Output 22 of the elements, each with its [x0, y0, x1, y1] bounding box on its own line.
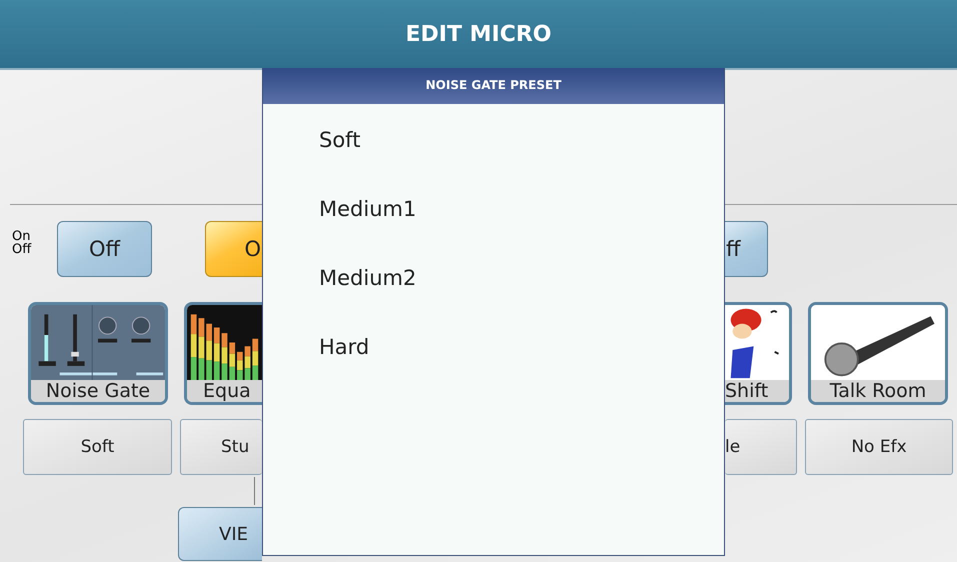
on-label: On	[12, 230, 30, 243]
preset-button[interactable]: No Efx	[805, 419, 953, 475]
off-label: Off	[12, 243, 32, 256]
mixer-panel-icon	[31, 305, 165, 380]
equalizer-bars-icon	[187, 305, 262, 380]
effect-button[interactable]: Noise Gate	[28, 302, 168, 405]
effect-button[interactable]: Talk Room	[808, 302, 948, 405]
preset-option[interactable]: Hard	[319, 332, 370, 362]
preset-option[interactable]: Soft	[319, 125, 360, 155]
preset-button[interactable]: Soft	[23, 419, 172, 475]
page-title: EDIT MICRO	[405, 22, 552, 47]
preset-button[interactable]: Stu	[180, 419, 262, 475]
on-off-button[interactable]: O	[205, 221, 262, 277]
dialog-title: NOISE GATE PRESET	[426, 78, 562, 92]
preset-button[interactable]: le	[725, 419, 797, 475]
preset-option[interactable]: Medium2	[319, 263, 416, 293]
effect-button[interactable]: Shift	[725, 302, 792, 405]
view-button[interactable]: VIE	[178, 507, 262, 561]
effect-button[interactable]: Equa	[184, 302, 262, 405]
preset-option[interactable]: Medium1	[319, 194, 416, 224]
on-off-button[interactable]: ff	[725, 221, 768, 277]
on-off-button[interactable]: Off	[57, 221, 152, 277]
